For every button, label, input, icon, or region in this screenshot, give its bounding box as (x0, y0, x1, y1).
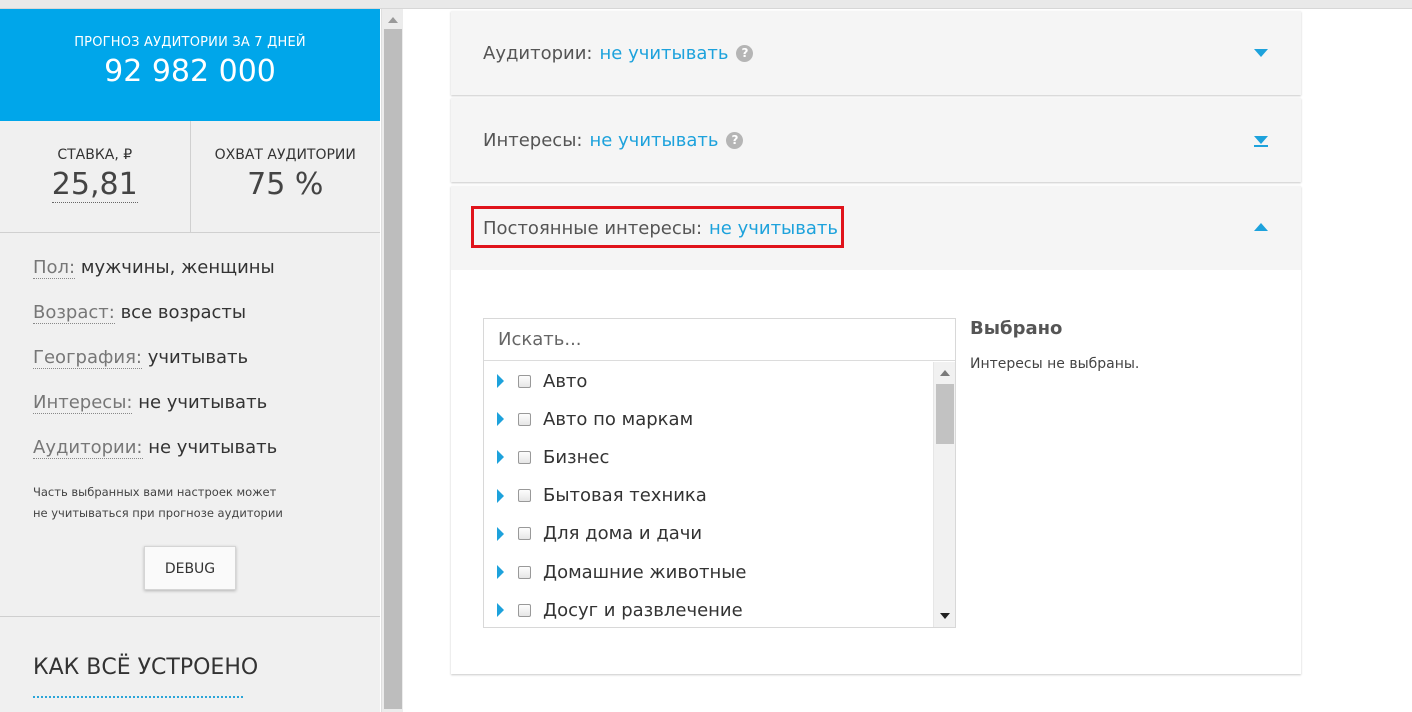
interest-tree: Авто Авто по маркам Бизнес Бытовая техни… (484, 362, 932, 627)
expand-arrow-icon[interactable] (497, 450, 504, 465)
param-age-value: все возрасты (120, 302, 247, 323)
accordion-audiences: Аудитории: не учитывать ? (451, 11, 1301, 95)
param-audiences-value: не учитывать (148, 437, 278, 458)
tree-item[interactable]: Досуг и развлечение (484, 591, 932, 627)
underline-icon (1254, 145, 1268, 147)
search-input[interactable] (484, 319, 955, 361)
tree-item[interactable]: Бытовая техника (484, 477, 932, 515)
tree-scrollbar-thumb[interactable] (936, 384, 954, 444)
scroll-down-icon[interactable] (940, 613, 950, 619)
rate-value[interactable]: 25,81 (0, 167, 190, 203)
interest-picker: Авто Авто по маркам Бизнес Бытовая техни… (483, 318, 956, 628)
tree-item-label[interactable]: Для дома и дачи (543, 523, 702, 544)
chevron-down-icon[interactable] (1254, 136, 1268, 144)
note-line-1: Часть выбранных вами настроек может (33, 485, 277, 499)
expand-arrow-icon[interactable] (497, 412, 504, 427)
checkbox[interactable] (518, 565, 531, 579)
param-age: Возраст: все возрасты (33, 302, 380, 347)
selected-empty-text: Интересы не выбраны. (970, 356, 1140, 372)
chevron-down-icon[interactable] (1254, 49, 1268, 57)
param-geo-key[interactable]: География: (33, 347, 142, 369)
tree-item-label[interactable]: Домашние животные (543, 562, 747, 583)
tree-item[interactable]: Бизнес (484, 438, 932, 476)
expand-arrow-icon[interactable] (497, 565, 504, 580)
sidebar-scrollbar[interactable] (381, 9, 403, 712)
checkbox[interactable] (518, 527, 531, 541)
scroll-up-icon[interactable] (940, 370, 950, 376)
param-audiences-key[interactable]: Аудитории: (33, 437, 143, 459)
param-interests-value: не учитывать (138, 392, 268, 413)
param-gender-key[interactable]: Пол: (33, 257, 76, 279)
rate-value-text[interactable]: 25,81 (51, 167, 138, 203)
help-icon[interactable]: ? (726, 131, 744, 149)
param-geo: География: учитывать (33, 347, 380, 392)
checkbox[interactable] (518, 412, 531, 426)
expand-arrow-icon[interactable] (497, 488, 504, 503)
checkbox[interactable] (518, 374, 531, 388)
rate-title: СТАВКА, ₽ (57, 147, 133, 163)
stats-row: СТАВКА, ₽ 25,81 ОХВАТ АУДИТОРИИ 75 % (0, 121, 380, 233)
expand-arrow-icon[interactable] (497, 603, 504, 618)
selected-title: Выбрано (970, 318, 1063, 339)
tree-item[interactable]: Домашние животные (484, 553, 932, 591)
tree-item[interactable]: Авто (484, 362, 932, 400)
reach-value: 75 % (247, 167, 324, 202)
param-interests-key[interactable]: Интересы: (33, 392, 133, 414)
targeting-params: Пол: мужчины, женщины Возраст: все возра… (0, 233, 380, 482)
scroll-up-icon[interactable] (388, 17, 398, 23)
param-interests: Интересы: не учитывать (33, 392, 380, 437)
tree-scrollbar[interactable] (933, 362, 955, 627)
forecast-note: Часть выбранных вами настроек может не у… (0, 482, 380, 524)
permanent-interests-body: Авто Авто по маркам Бизнес Бытовая техни… (451, 270, 1301, 674)
checkbox[interactable] (518, 603, 531, 617)
forecast-value: 92 982 000 (104, 54, 276, 89)
param-gender: Пол: мужчины, женщины (33, 257, 380, 302)
rate-stat: СТАВКА, ₽ 25,81 (0, 121, 190, 232)
checkbox[interactable] (518, 450, 531, 464)
forecast-panel: ПРОГНОЗ АУДИТОРИИ ЗА 7 ДНЕЙ 92 982 000 (0, 9, 380, 121)
tree-item-label[interactable]: Бытовая техника (543, 485, 707, 506)
selected-panel: Выбрано Интересы не выбраны. (970, 318, 1139, 372)
tree-item[interactable]: Авто по маркам (484, 400, 932, 438)
param-age-key[interactable]: Возраст: (33, 302, 115, 324)
accordion-audiences-header[interactable]: Аудитории: не учитывать ? (451, 11, 1301, 95)
interests-label: Интересы: (483, 129, 583, 151)
param-geo-value: учитывать (147, 347, 249, 368)
audiences-value-link[interactable]: не учитывать (600, 43, 729, 64)
debug-wrap: DEBUG (0, 546, 380, 590)
debug-button[interactable]: DEBUG (144, 546, 236, 590)
param-audiences: Аудитории: не учитывать (33, 437, 380, 482)
reach-title: ОХВАТ АУДИТОРИИ (214, 147, 356, 163)
tree-item-label[interactable]: Авто (543, 371, 587, 392)
highlight-box (471, 206, 844, 248)
expand-arrow-icon[interactable] (497, 526, 504, 541)
how-it-works-title: КАК ВСЁ УСТРОЕНО (33, 655, 259, 680)
accordion-interests-header[interactable]: Интересы: не учитывать ? (451, 98, 1301, 182)
checkbox[interactable] (518, 489, 531, 503)
tree-item-label[interactable]: Бизнес (543, 447, 609, 468)
tree-item[interactable]: Для дома и дачи (484, 515, 932, 553)
chevron-up-icon[interactable] (1254, 223, 1268, 231)
how-it-works-link[interactable] (33, 696, 243, 699)
note-line-2: не учитываться при прогнозе аудитории (33, 506, 283, 520)
forecast-title: ПРОГНОЗ АУДИТОРИИ ЗА 7 ДНЕЙ (74, 35, 306, 50)
accordion-permanent-header[interactable]: Постоянные интересы: не учитывать (451, 186, 1301, 270)
accordion-interests: Интересы: не учитывать ? (451, 98, 1301, 182)
help-icon[interactable]: ? (736, 44, 754, 62)
tree-item-label[interactable]: Досуг и развлечение (543, 600, 743, 621)
interests-value-link[interactable]: не учитывать (589, 130, 718, 151)
browser-top-strip (0, 0, 1412, 9)
scrollbar-thumb[interactable] (384, 29, 402, 709)
forecast-sidebar: ПРОГНОЗ АУДИТОРИИ ЗА 7 ДНЕЙ 92 982 000 С… (0, 9, 380, 712)
audiences-label: Аудитории: (483, 42, 593, 64)
tree-item-label[interactable]: Авто по маркам (543, 409, 693, 430)
expand-arrow-icon[interactable] (497, 374, 504, 389)
param-gender-value: мужчины, женщины (80, 257, 275, 278)
reach-stat: ОХВАТ АУДИТОРИИ 75 % (189, 121, 381, 232)
accordion-permanent-interests: Постоянные интересы: не учитывать Авто А… (451, 186, 1301, 674)
